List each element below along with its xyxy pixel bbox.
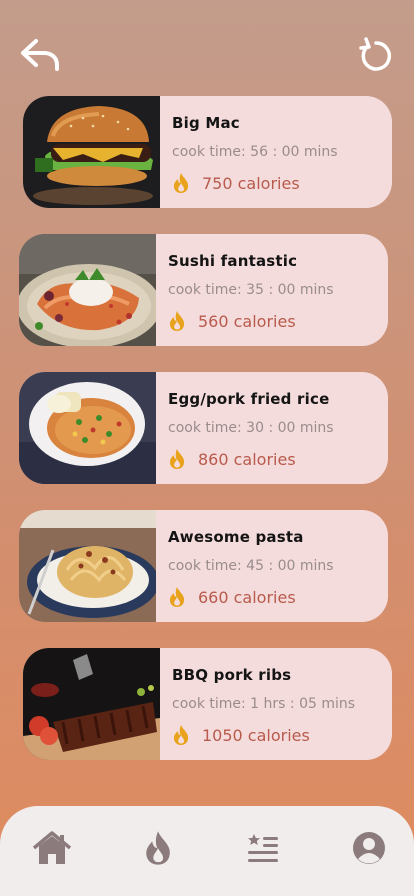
home-icon: [32, 831, 72, 864]
recipe-card[interactable]: Sushi fantastic cook time: 35 : 00 mins …: [19, 234, 388, 346]
undo-arrow-icon: [21, 39, 59, 71]
recipe-title: Egg/pork fried rice: [168, 390, 330, 408]
recipe-image-pasta: [19, 510, 156, 622]
recipe-calories-row: 560 calories: [168, 310, 296, 332]
recipe-calories-row: 860 calories: [168, 448, 296, 470]
recipe-info: BBQ pork ribs cook time: 1 hrs : 05 mins…: [160, 648, 392, 760]
recipe-info: Egg/pork fried rice cook time: 30 : 00 m…: [156, 372, 388, 484]
recipe-cook-time: cook time: 45 : 00 mins: [168, 558, 334, 574]
nav-list-button[interactable]: [239, 824, 287, 872]
flame-icon: [169, 449, 185, 469]
flame-icon: [146, 831, 170, 865]
recipe-image-burger: [23, 96, 160, 208]
recipe-card[interactable]: Awesome pasta cook time: 45 : 00 mins 66…: [19, 510, 388, 622]
flame-icon: [169, 311, 185, 331]
recipe-calories: 660 calories: [198, 587, 296, 607]
recipe-calories-row: 750 calories: [172, 172, 300, 194]
recipe-cook-time: cook time: 56 : 00 mins: [172, 144, 338, 160]
recipe-image-fried-rice: [19, 372, 156, 484]
nav-calories-button[interactable]: [134, 824, 182, 872]
recipe-title: BBQ pork ribs: [172, 666, 292, 684]
recipe-cook-time: cook time: 30 : 00 mins: [168, 420, 334, 436]
recipe-image-sushi: [19, 234, 156, 346]
flame-icon: [173, 173, 189, 193]
recipe-image-ribs: [23, 648, 160, 760]
back-button[interactable]: [18, 36, 62, 74]
recipe-calories: 560 calories: [198, 311, 296, 331]
refresh-icon: [359, 37, 392, 71]
recipe-cook-time: cook time: 35 : 00 mins: [168, 282, 334, 298]
recipe-title: Awesome pasta: [168, 528, 304, 546]
recipe-card[interactable]: BBQ pork ribs cook time: 1 hrs : 05 mins…: [23, 648, 392, 760]
top-bar: [0, 0, 414, 90]
nav-profile-button[interactable]: [345, 824, 393, 872]
recipe-info: Big Mac cook time: 56 : 00 mins 750 calo…: [160, 96, 392, 208]
recipe-title: Big Mac: [172, 114, 240, 132]
flame-icon: [169, 587, 185, 607]
recipe-card[interactable]: Egg/pork fried rice cook time: 30 : 00 m…: [19, 372, 388, 484]
flame-icon: [173, 725, 189, 745]
recipe-calories-row: 660 calories: [168, 586, 296, 608]
refresh-button[interactable]: [354, 36, 396, 74]
recipe-info: Awesome pasta cook time: 45 : 00 mins 66…: [156, 510, 388, 622]
recipe-title: Sushi fantastic: [168, 252, 298, 270]
recipe-calories: 750 calories: [202, 173, 300, 193]
recipe-calories: 860 calories: [198, 449, 296, 469]
bottom-nav: [0, 806, 414, 896]
recipe-card[interactable]: Big Mac cook time: 56 : 00 mins 750 calo…: [23, 96, 392, 208]
recipe-cook-time: cook time: 1 hrs : 05 mins: [172, 696, 356, 712]
list-icon: [248, 834, 278, 862]
recipe-calories: 1050 calories: [202, 725, 310, 745]
recipe-info: Sushi fantastic cook time: 35 : 00 mins …: [156, 234, 388, 346]
recipe-calories-row: 1050 calories: [172, 724, 310, 746]
nav-home-button[interactable]: [28, 824, 76, 872]
profile-icon: [353, 832, 385, 864]
